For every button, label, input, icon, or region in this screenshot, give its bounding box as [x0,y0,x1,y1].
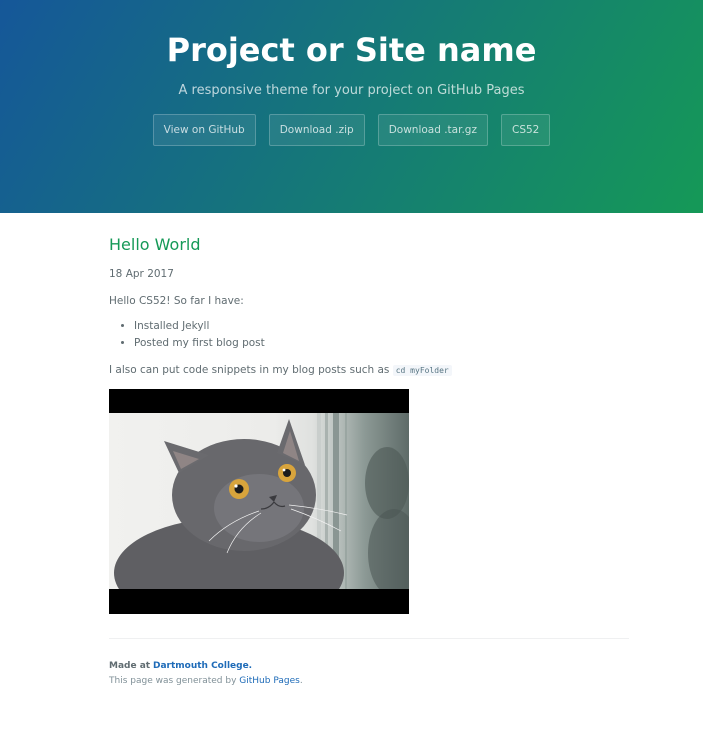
dartmouth-link[interactable]: Dartmouth College. [153,661,252,671]
site-footer: Made at Dartmouth College. This page was… [109,659,629,689]
cs52-button[interactable]: CS52 [500,114,551,146]
download-zip-button[interactable]: Download .zip [268,114,365,146]
post-intro: Hello CS52! So far I have: [109,295,244,307]
code-sentence-text: I also can put code snippets in my blog … [109,364,390,376]
list-item: Installed Jekyll [134,318,629,335]
page-header: Project or Site name A responsive theme … [0,0,703,213]
footer-made-at: Made at [109,661,151,671]
code-snippet: cd myFolder [392,365,452,376]
download-tar-gz-button[interactable]: Download .tar.gz [377,114,488,146]
footer-credits: This page was generated by GitHub Pages. [109,674,629,689]
cat-illustration [114,413,409,589]
footer-period: . [299,676,303,686]
post-date: 18 Apr 2017 [109,268,174,280]
footer-generated-text: This page was generated by [109,676,237,686]
footer-divider [109,638,629,639]
footer-owner-line: Made at Dartmouth College. [109,659,629,674]
post-list: Installed Jekyll Posted my first blog po… [109,318,629,352]
view-on-github-button[interactable]: View on GitHub [152,114,256,146]
project-name: Project or Site name [166,31,537,69]
post-title: Hello World [109,235,201,254]
list-item: Posted my first blog post [134,335,629,352]
header-button-row: View on GitHub Download .zip Download .t… [0,114,703,146]
main-content: Hello World 18 Apr 2017 Hello CS52! So f… [0,235,703,689]
code-sentence: I also can put code snippets in my blog … [109,362,629,379]
cat-photo-scene [109,413,409,589]
project-tagline: A responsive theme for your project on G… [178,83,525,98]
cat-image [109,389,409,614]
github-pages-link[interactable]: GitHub Pages [239,676,300,686]
